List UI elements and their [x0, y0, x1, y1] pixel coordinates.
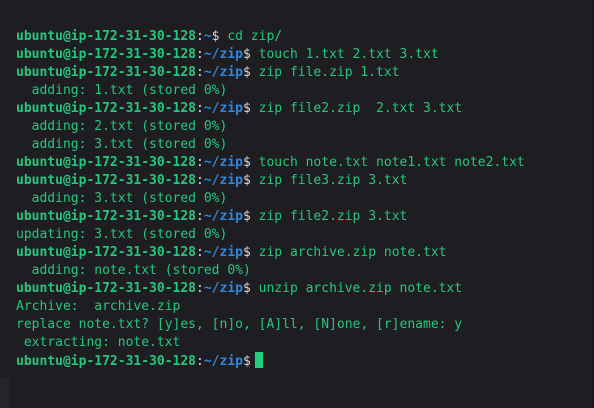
prompt-separator: : — [196, 101, 204, 116]
prompt-path: ~/zip — [203, 173, 243, 188]
prompt-path: ~/zip — [203, 155, 243, 170]
prompt-line: ubuntu@ip-172-31-30-128:~/zip$ zip file2… — [16, 208, 590, 226]
window-edge — [0, 378, 10, 408]
prompt-separator: : — [196, 209, 204, 224]
output-text: updating: 3.txt (stored 0%) — [16, 227, 228, 242]
prompt-symbol: $ — [242, 209, 251, 224]
command-text: zip file2.zip 3.txt — [250, 209, 408, 224]
prompt-user-host: ubuntu@ip-172-31-30-128 — [16, 101, 197, 116]
prompt-symbol: $ — [242, 245, 251, 260]
prompt-symbol: $ — [242, 354, 251, 369]
prompt-symbol: $ — [242, 155, 251, 170]
prompt-user-host: ubuntu@ip-172-31-30-128 — [16, 209, 197, 224]
output-line: adding: 3.txt (stored 0%) — [16, 190, 590, 208]
prompt-separator: : — [196, 245, 204, 260]
output-line: adding: note.txt (stored 0%) — [16, 262, 590, 280]
prompt-line: ubuntu@ip-172-31-30-128:~/zip$ — [16, 352, 590, 370]
output-line: adding: 2.txt (stored 0%) — [16, 118, 590, 136]
text-cursor — [254, 352, 263, 368]
prompt-line: ubuntu@ip-172-31-30-128:~/zip$ touch not… — [16, 154, 590, 172]
output-text: adding: 3.txt (stored 0%) — [16, 191, 228, 206]
command-text: touch note.txt note1.txt note2.txt — [250, 155, 525, 170]
terminal-window[interactable]: ubuntu@ip-172-31-30-128:~$ cd zip/ubuntu… — [0, 0, 594, 408]
output-text: adding: note.txt (stored 0%) — [16, 263, 251, 278]
command-text: touch 1.txt 2.txt 3.txt — [250, 47, 439, 62]
output-line: adding: 1.txt (stored 0%) — [16, 82, 590, 100]
prompt-symbol: $ — [242, 65, 251, 80]
output-text: adding: 3.txt (stored 0%) — [16, 137, 228, 152]
prompt-line: ubuntu@ip-172-31-30-128:~/zip$ zip archi… — [16, 244, 590, 262]
output-line: Archive: archive.zip — [16, 298, 590, 316]
prompt-separator: : — [196, 29, 204, 44]
prompt-path: ~/zip — [203, 47, 243, 62]
prompt-user-host: ubuntu@ip-172-31-30-128 — [16, 65, 197, 80]
output-text: Archive: archive.zip — [16, 299, 181, 314]
prompt-user-host: ubuntu@ip-172-31-30-128 — [16, 245, 197, 260]
prompt-line: ubuntu@ip-172-31-30-128:~/zip$ zip file.… — [16, 64, 590, 82]
output-line: extracting: note.txt — [16, 334, 590, 352]
prompt-separator: : — [196, 281, 204, 296]
prompt-symbol: $ — [242, 47, 251, 62]
prompt-symbol: $ — [242, 101, 251, 116]
prompt-user-host: ubuntu@ip-172-31-30-128 — [16, 354, 197, 369]
prompt-path: ~ — [203, 29, 212, 44]
prompt-symbol: $ — [211, 29, 220, 44]
prompt-line: ubuntu@ip-172-31-30-128:~/zip$ zip file2… — [16, 100, 590, 118]
prompt-path: ~/zip — [203, 245, 243, 260]
prompt-symbol: $ — [242, 173, 251, 188]
command-text: zip archive.zip note.txt — [250, 245, 447, 260]
prompt-user-host: ubuntu@ip-172-31-30-128 — [16, 47, 197, 62]
prompt-path: ~/zip — [203, 354, 243, 369]
prompt-separator: : — [196, 173, 204, 188]
output-line: adding: 3.txt (stored 0%) — [16, 136, 590, 154]
prompt-line: ubuntu@ip-172-31-30-128:~/zip$ touch 1.t… — [16, 46, 590, 64]
output-text: adding: 2.txt (stored 0%) — [16, 119, 228, 134]
prompt-user-host: ubuntu@ip-172-31-30-128 — [16, 281, 197, 296]
output-line: replace note.txt? [y]es, [n]o, [A]ll, [N… — [16, 316, 590, 334]
prompt-symbol: $ — [242, 281, 251, 296]
prompt-separator: : — [196, 65, 204, 80]
prompt-line: ubuntu@ip-172-31-30-128:~/zip$ unzip arc… — [16, 280, 590, 298]
output-text: replace note.txt? [y]es, [n]o, [A]ll, [N… — [16, 317, 463, 332]
prompt-line: ubuntu@ip-172-31-30-128:~$ cd zip/ — [16, 28, 590, 46]
command-text: zip file3.zip 3.txt — [250, 173, 408, 188]
output-line: updating: 3.txt (stored 0%) — [16, 226, 590, 244]
prompt-path: ~/zip — [203, 209, 243, 224]
terminal-output[interactable]: ubuntu@ip-172-31-30-128:~$ cd zip/ubuntu… — [16, 28, 590, 370]
command-text: zip file.zip 1.txt — [250, 65, 400, 80]
output-text: extracting: note.txt — [16, 335, 181, 350]
command-text: zip file2.zip 2.txt 3.txt — [250, 101, 463, 116]
prompt-user-host: ubuntu@ip-172-31-30-128 — [16, 173, 197, 188]
prompt-path: ~/zip — [203, 281, 243, 296]
prompt-separator: : — [196, 354, 204, 369]
command-text: cd zip/ — [219, 29, 283, 44]
prompt-user-host: ubuntu@ip-172-31-30-128 — [16, 29, 197, 44]
output-text: adding: 1.txt (stored 0%) — [16, 83, 228, 98]
prompt-separator: : — [196, 155, 204, 170]
prompt-separator: : — [196, 47, 204, 62]
command-text: unzip archive.zip note.txt — [250, 281, 463, 296]
prompt-path: ~/zip — [203, 65, 243, 80]
prompt-line: ubuntu@ip-172-31-30-128:~/zip$ zip file3… — [16, 172, 590, 190]
prompt-path: ~/zip — [203, 101, 243, 116]
prompt-user-host: ubuntu@ip-172-31-30-128 — [16, 155, 197, 170]
